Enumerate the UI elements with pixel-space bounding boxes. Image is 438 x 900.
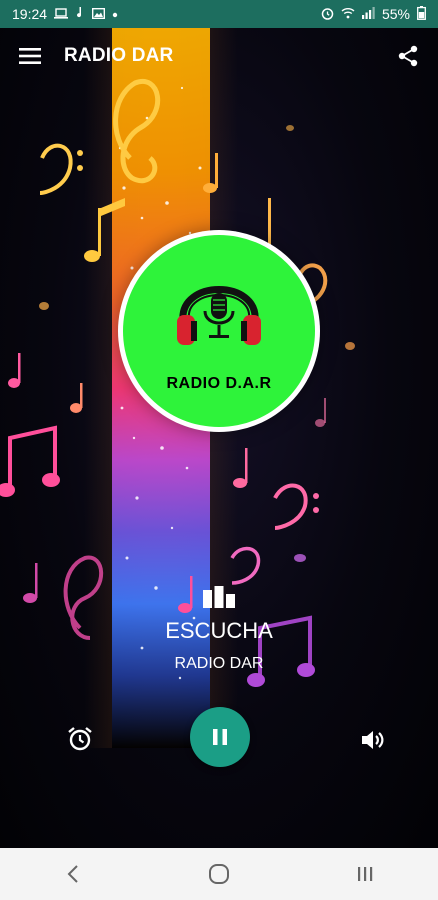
wifi-icon	[341, 7, 355, 21]
recents-icon[interactable]	[339, 854, 391, 894]
status-time: 19:24	[12, 6, 48, 22]
alarm-icon	[321, 7, 334, 22]
hamburger-menu-icon[interactable]	[14, 40, 46, 72]
battery-icon	[417, 6, 426, 22]
pause-button[interactable]	[190, 707, 250, 767]
headphones-microphone-icon	[177, 286, 261, 345]
status-right: 55%	[321, 6, 426, 22]
status-left: 19:24	[12, 6, 118, 22]
now-playing-subtitle: RADIO DAR	[174, 655, 264, 672]
now-playing-title: ESCUCHA	[165, 618, 273, 643]
signal-icon	[361, 7, 375, 21]
station-logo: RADIO D.A.R	[118, 230, 320, 432]
volume-icon[interactable]	[360, 727, 386, 753]
pause-icon	[213, 729, 227, 745]
image-icon	[92, 7, 106, 21]
laptop-icon	[54, 7, 69, 21]
app-bar: RADIO DAR	[0, 28, 438, 84]
alarm-clock-icon[interactable]	[66, 725, 94, 753]
back-icon[interactable]	[47, 854, 99, 894]
equalizer-icon	[203, 586, 235, 613]
system-nav-bar	[0, 848, 438, 900]
music-note-icon	[75, 7, 85, 21]
app-title: RADIO DAR	[64, 45, 174, 66]
share-icon[interactable]	[392, 40, 424, 72]
logo-text: RADIO D.A.R	[166, 375, 272, 392]
home-icon[interactable]	[193, 854, 245, 894]
battery-percent: 55%	[381, 6, 410, 22]
status-bar: 19:24 55%	[0, 0, 438, 28]
player-controls	[0, 705, 438, 769]
station-logo-badge: RADIO D.A.R	[123, 235, 315, 427]
dot-icon	[112, 8, 118, 20]
